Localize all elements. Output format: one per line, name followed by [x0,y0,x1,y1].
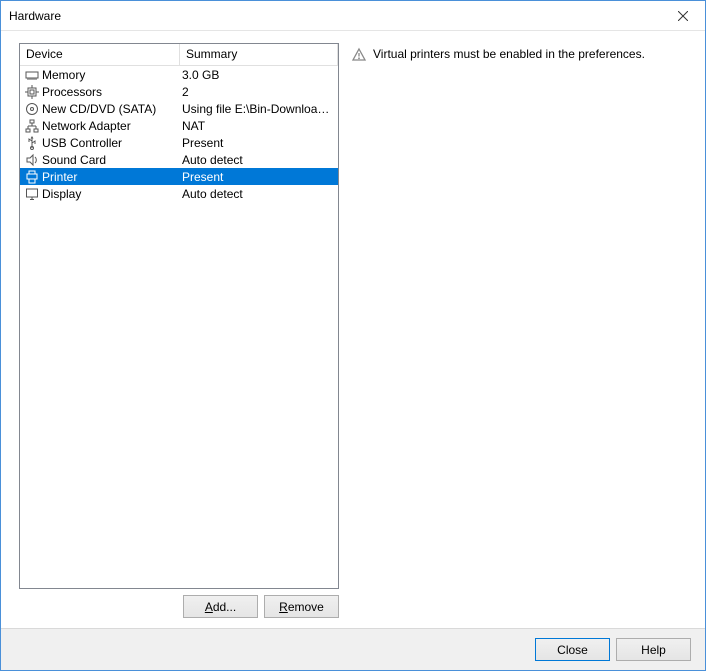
table-row[interactable]: USB ControllerPresent [20,134,338,151]
table-row[interactable]: Memory3.0 GB [20,66,338,83]
sound-icon [24,152,40,168]
main-row: Device Summary Memory3.0 GBProcessors2Ne… [19,43,687,618]
list-body: Memory3.0 GBProcessors2New CD/DVD (SATA)… [20,66,338,588]
table-row[interactable]: New CD/DVD (SATA)Using file E:\Bin-Downl… [20,100,338,117]
window-close-button[interactable] [660,1,705,30]
device-summary: 3.0 GB [182,68,334,82]
bottom-bar: Close Help [1,628,705,670]
column-header-summary[interactable]: Summary [180,44,338,65]
device-name: USB Controller [42,136,182,150]
right-panel: Virtual printers must be enabled in the … [351,43,687,618]
list-header: Device Summary [20,44,338,66]
device-name: Network Adapter [42,119,182,133]
device-name: New CD/DVD (SATA) [42,102,182,116]
usb-icon [24,135,40,151]
info-text: Virtual printers must be enabled in the … [373,47,645,61]
device-summary: 2 [182,85,334,99]
window-title: Hardware [9,9,61,23]
device-name: Printer [42,170,182,184]
table-row[interactable]: Sound CardAuto detect [20,151,338,168]
help-button[interactable]: Help [616,638,691,661]
network-icon [24,118,40,134]
device-list[interactable]: Device Summary Memory3.0 GBProcessors2Ne… [19,43,339,589]
printer-icon [24,169,40,185]
table-row[interactable]: DisplayAuto detect [20,185,338,202]
left-button-row: Add... Remove [19,589,339,618]
device-summary: Present [182,136,334,150]
cpu-icon [24,84,40,100]
device-name: Processors [42,85,182,99]
add-button[interactable]: Add... [183,595,258,618]
device-summary: NAT [182,119,334,133]
cd-icon [24,101,40,117]
device-name: Display [42,187,182,201]
device-summary: Using file E:\Bin-Downloads\li... [182,102,334,116]
hardware-window: Hardware Device Summary Memory3.0 GBProc… [0,0,706,671]
display-icon [24,186,40,202]
device-summary: Auto detect [182,153,334,167]
table-row[interactable]: PrinterPresent [20,168,338,185]
left-panel: Device Summary Memory3.0 GBProcessors2Ne… [19,43,339,618]
content-area: Device Summary Memory3.0 GBProcessors2Ne… [1,31,705,628]
memory-icon [24,67,40,83]
remove-button[interactable]: Remove [264,595,339,618]
device-summary: Present [182,170,334,184]
device-summary: Auto detect [182,187,334,201]
warning-icon [351,47,367,63]
table-row[interactable]: Processors2 [20,83,338,100]
column-header-device[interactable]: Device [20,44,180,65]
close-icon [678,11,688,21]
table-row[interactable]: Network AdapterNAT [20,117,338,134]
info-message: Virtual printers must be enabled in the … [351,47,687,63]
device-name: Memory [42,68,182,82]
close-button[interactable]: Close [535,638,610,661]
device-name: Sound Card [42,153,182,167]
titlebar: Hardware [1,1,705,31]
